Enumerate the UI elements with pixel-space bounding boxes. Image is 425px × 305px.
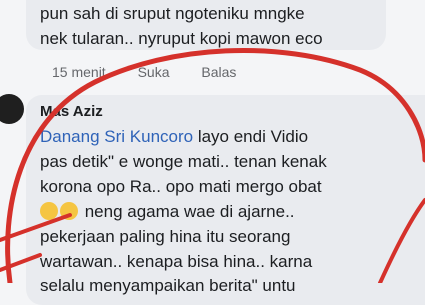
comment-line-6: wartawan.. kenapa bisa hina.. karna <box>40 252 313 271</box>
laughing-emoji-icon <box>40 202 58 220</box>
like-button[interactable]: Suka <box>138 64 170 80</box>
comment-actions: 15 menit Suka Balas <box>52 64 264 80</box>
comment-line-3: korona opo Ra.. opo mati mergo obat <box>40 177 322 196</box>
reply-button[interactable]: Balas <box>201 64 236 80</box>
avatar[interactable] <box>0 94 24 124</box>
rofl-emoji-icon <box>60 202 78 220</box>
comment-line-2: pas detik" e wonge mati.. tenan kenak <box>40 152 327 171</box>
comment-line-5: pekerjaan paling hina itu seorang <box>40 227 291 246</box>
comment-text: neng agama wae di ajarne.. <box>80 202 295 221</box>
comment-line-4: neng agama wae di ajarne.. <box>40 202 295 222</box>
previous-comment-line-2: nek tularan.. nyruput kopi mawon eco <box>40 29 323 48</box>
comment-author[interactable]: Mas Aziz <box>40 103 103 120</box>
mention-link[interactable]: Danang Sri Kuncoro <box>40 127 193 146</box>
comment-line-7: selalu menyampaikan berita" untu <box>40 276 296 295</box>
previous-comment-line-1: pun sah di sruput ngoteniku mngke <box>40 4 305 23</box>
comment-time[interactable]: 15 menit <box>52 64 106 80</box>
comment-line-1: Danang Sri Kuncoro layo endi Vidio <box>40 127 308 147</box>
comment-text: layo endi Vidio <box>193 127 309 146</box>
